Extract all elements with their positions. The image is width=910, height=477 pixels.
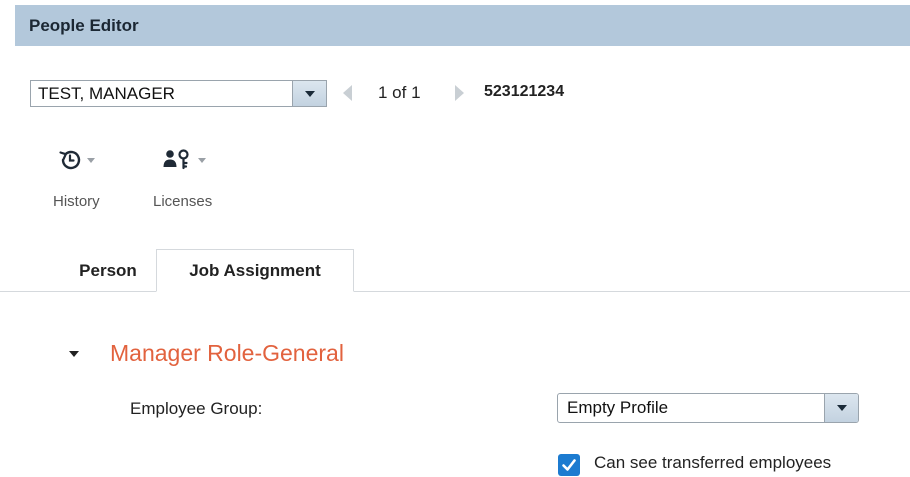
licenses-dropdown-icon (198, 157, 206, 163)
person-select-value: TEST, MANAGER (38, 83, 175, 103)
employee-group-dropdown-button[interactable] (824, 394, 858, 422)
tab-person[interactable]: Person (60, 249, 156, 292)
employee-group-value: Empty Profile (567, 398, 669, 417)
transferred-employees-label: Can see transferred employees (594, 453, 832, 472)
licenses-button[interactable] (163, 148, 206, 172)
checkmark-icon (562, 459, 576, 471)
record-counter: 1 of 1 (378, 83, 421, 102)
tab-job-assignment[interactable]: Job Assignment (156, 249, 354, 292)
window-title: People Editor (29, 15, 139, 35)
history-dropdown-icon (87, 157, 95, 163)
title-bar: People Editor (15, 5, 910, 46)
next-record-icon[interactable] (455, 85, 464, 101)
licenses-label: Licenses (153, 193, 213, 210)
person-select-dropdown-button[interactable] (292, 81, 326, 106)
employee-group-select[interactable]: Empty Profile (557, 393, 859, 423)
section-title: Manager Role-General (110, 340, 344, 366)
chevron-down-icon (836, 405, 847, 411)
person-select[interactable]: TEST, MANAGER (30, 80, 327, 107)
employee-id: 523121234 (484, 83, 565, 100)
licenses-icon (163, 149, 189, 170)
history-label: History (53, 193, 100, 210)
previous-record-icon[interactable] (343, 85, 352, 101)
collapse-caret-icon[interactable] (69, 351, 79, 357)
history-icon (59, 150, 81, 170)
employee-group-label: Employee Group: (130, 399, 263, 418)
chevron-down-icon (304, 90, 315, 97)
history-button[interactable] (58, 148, 95, 172)
transferred-employees-checkbox[interactable] (558, 454, 580, 476)
